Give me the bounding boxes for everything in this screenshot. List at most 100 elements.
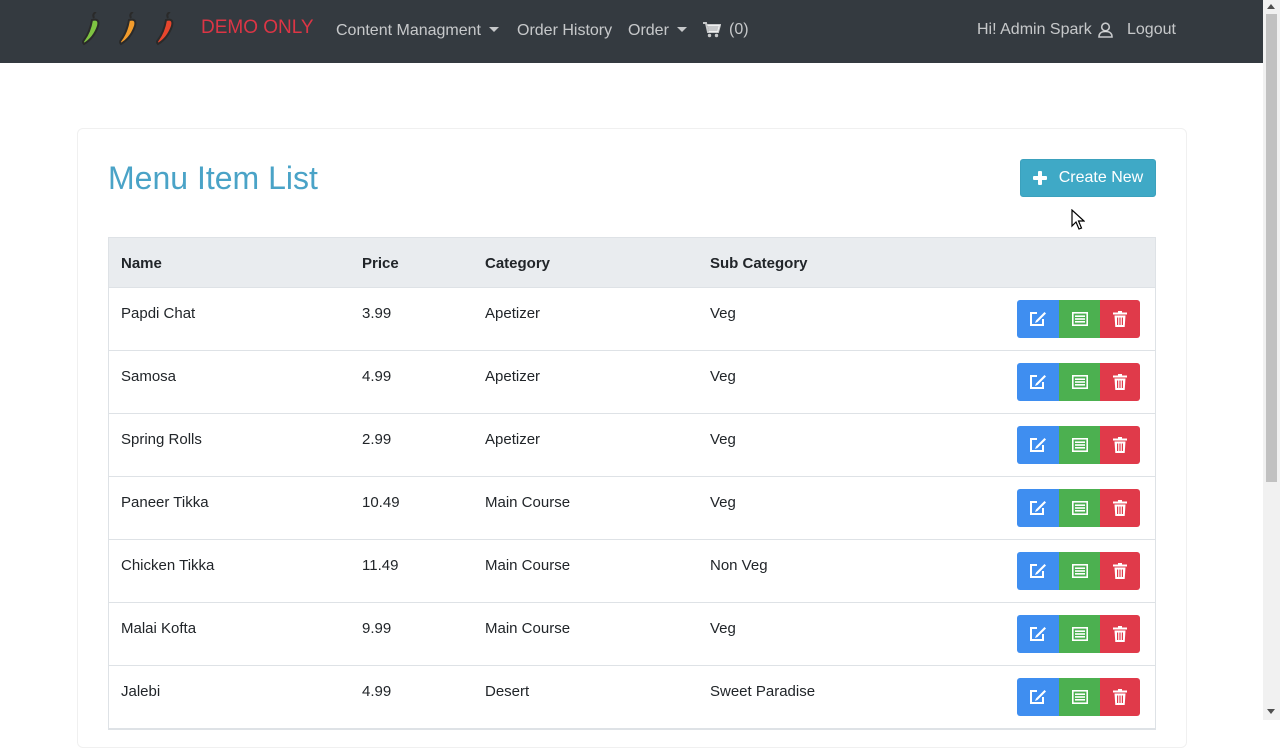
table-row: Chicken Tikka 11.49 Main Course Non Veg (109, 540, 1155, 603)
cell-sub-category: Veg (710, 431, 736, 448)
cell-price: 2.99 (362, 431, 392, 448)
cart-link[interactable]: (0) (703, 21, 749, 39)
table-row: Malai Kofta 9.99 Main Course Veg (109, 603, 1155, 666)
table-row: Paneer Tikka 10.49 Main Course Veg (109, 477, 1155, 540)
chili-peppers-logo[interactable] (80, 12, 184, 48)
delete-button[interactable] (1100, 426, 1140, 464)
details-button[interactable] (1059, 489, 1100, 527)
delete-button[interactable] (1100, 363, 1140, 401)
row-actions (1017, 615, 1140, 653)
edit-button[interactable] (1017, 678, 1059, 716)
logout-link[interactable]: Logout (1127, 21, 1176, 39)
list-icon (1071, 627, 1088, 641)
mouse-cursor-icon (1071, 209, 1085, 230)
scrollbar-thumb[interactable] (1266, 14, 1277, 482)
edit-icon (1030, 438, 1046, 452)
cell-name: Malai Kofta (121, 620, 197, 637)
cell-category: Main Course (485, 494, 571, 511)
edit-icon (1030, 501, 1046, 515)
cell-category: Apetizer (485, 431, 541, 448)
cell-sub-category: Veg (710, 305, 736, 322)
cell-price: 3.99 (362, 305, 392, 322)
delete-button[interactable] (1100, 489, 1140, 527)
scroll-down-arrow-icon[interactable] (1267, 709, 1275, 714)
details-button[interactable] (1059, 363, 1100, 401)
cell-name: Paneer Tikka (121, 494, 209, 511)
nav-order[interactable]: Order (628, 22, 687, 40)
nav-order-label: Order (628, 22, 669, 39)
page-title: Menu Item List (108, 160, 318, 196)
delete-button[interactable] (1100, 678, 1140, 716)
cell-name: Samosa (121, 368, 177, 385)
edit-button[interactable] (1017, 552, 1059, 590)
cell-name: Papdi Chat (121, 305, 196, 322)
trash-icon (1113, 500, 1127, 516)
cell-name: Chicken Tikka (121, 557, 215, 574)
cell-sub-category: Veg (710, 494, 736, 511)
details-button[interactable] (1059, 552, 1100, 590)
edit-icon (1030, 312, 1046, 326)
table-row: Spring Rolls 2.99 Apetizer Veg (109, 414, 1155, 477)
list-icon (1071, 690, 1088, 704)
trash-icon (1113, 311, 1127, 327)
cell-category: Main Course (485, 557, 571, 574)
user-greeting-text: Hi! Admin Spark (977, 21, 1092, 38)
cell-sub-category: Veg (710, 620, 736, 637)
edit-button[interactable] (1017, 489, 1059, 527)
delete-button[interactable] (1100, 615, 1140, 653)
nav-content-management[interactable]: Content Managment (336, 22, 499, 40)
list-icon (1071, 312, 1088, 326)
header-price: Price (362, 255, 399, 272)
scroll-up-arrow-icon[interactable] (1267, 4, 1275, 9)
cell-category: Apetizer (485, 305, 541, 322)
table-body: Papdi Chat 3.99 Apetizer Veg Samosa 4.99… (109, 288, 1155, 729)
details-button[interactable] (1059, 678, 1100, 716)
menu-item-table: Name Price Category Sub Category Papdi C… (108, 237, 1156, 730)
delete-button[interactable] (1100, 300, 1140, 338)
plus-icon (1032, 171, 1047, 185)
edit-button[interactable] (1017, 615, 1059, 653)
chevron-down-icon (488, 27, 499, 32)
cell-category: Main Course (485, 620, 571, 637)
trash-icon (1113, 563, 1127, 579)
table-row: Samosa 4.99 Apetizer Veg (109, 351, 1155, 414)
row-actions (1017, 300, 1140, 338)
details-button[interactable] (1059, 426, 1100, 464)
top-navbar: DEMO ONLY Content Managment Order Histor… (0, 0, 1263, 63)
cell-price: 10.49 (362, 494, 400, 511)
table-header: Name Price Category Sub Category (109, 238, 1155, 288)
list-icon (1071, 438, 1088, 452)
nav-order-history[interactable]: Order History (517, 22, 612, 40)
edit-button[interactable] (1017, 300, 1059, 338)
trash-icon (1113, 374, 1127, 390)
edit-icon (1030, 564, 1046, 578)
cell-category: Apetizer (485, 368, 541, 385)
details-button[interactable] (1059, 300, 1100, 338)
edit-button[interactable] (1017, 426, 1059, 464)
delete-button[interactable] (1100, 552, 1140, 590)
header-sub-category: Sub Category (710, 255, 808, 272)
user-icon (1097, 22, 1113, 38)
trash-icon (1113, 437, 1127, 453)
brand-text[interactable]: DEMO ONLY (201, 17, 314, 39)
create-new-label: Create New (1058, 169, 1144, 186)
row-actions (1017, 678, 1140, 716)
table-row: Papdi Chat 3.99 Apetizer Veg (109, 288, 1155, 351)
shopping-cart-icon (703, 22, 721, 38)
trash-icon (1113, 689, 1127, 705)
cell-sub-category: Non Veg (710, 557, 768, 574)
cell-sub-category: Sweet Paradise (710, 683, 816, 700)
cell-price: 4.99 (362, 368, 392, 385)
list-icon (1071, 501, 1088, 515)
nav-content-management-label: Content Managment (336, 22, 481, 39)
user-greeting[interactable]: Hi! Admin Spark (977, 21, 1113, 39)
cell-price: 9.99 (362, 620, 392, 637)
cell-name: Jalebi (121, 683, 161, 700)
cell-name: Spring Rolls (121, 431, 202, 448)
edit-icon (1030, 627, 1046, 641)
details-button[interactable] (1059, 615, 1100, 653)
edit-button[interactable] (1017, 363, 1059, 401)
trash-icon (1113, 626, 1127, 642)
create-new-button[interactable]: Create New (1020, 159, 1156, 197)
cell-category: Desert (485, 683, 530, 700)
